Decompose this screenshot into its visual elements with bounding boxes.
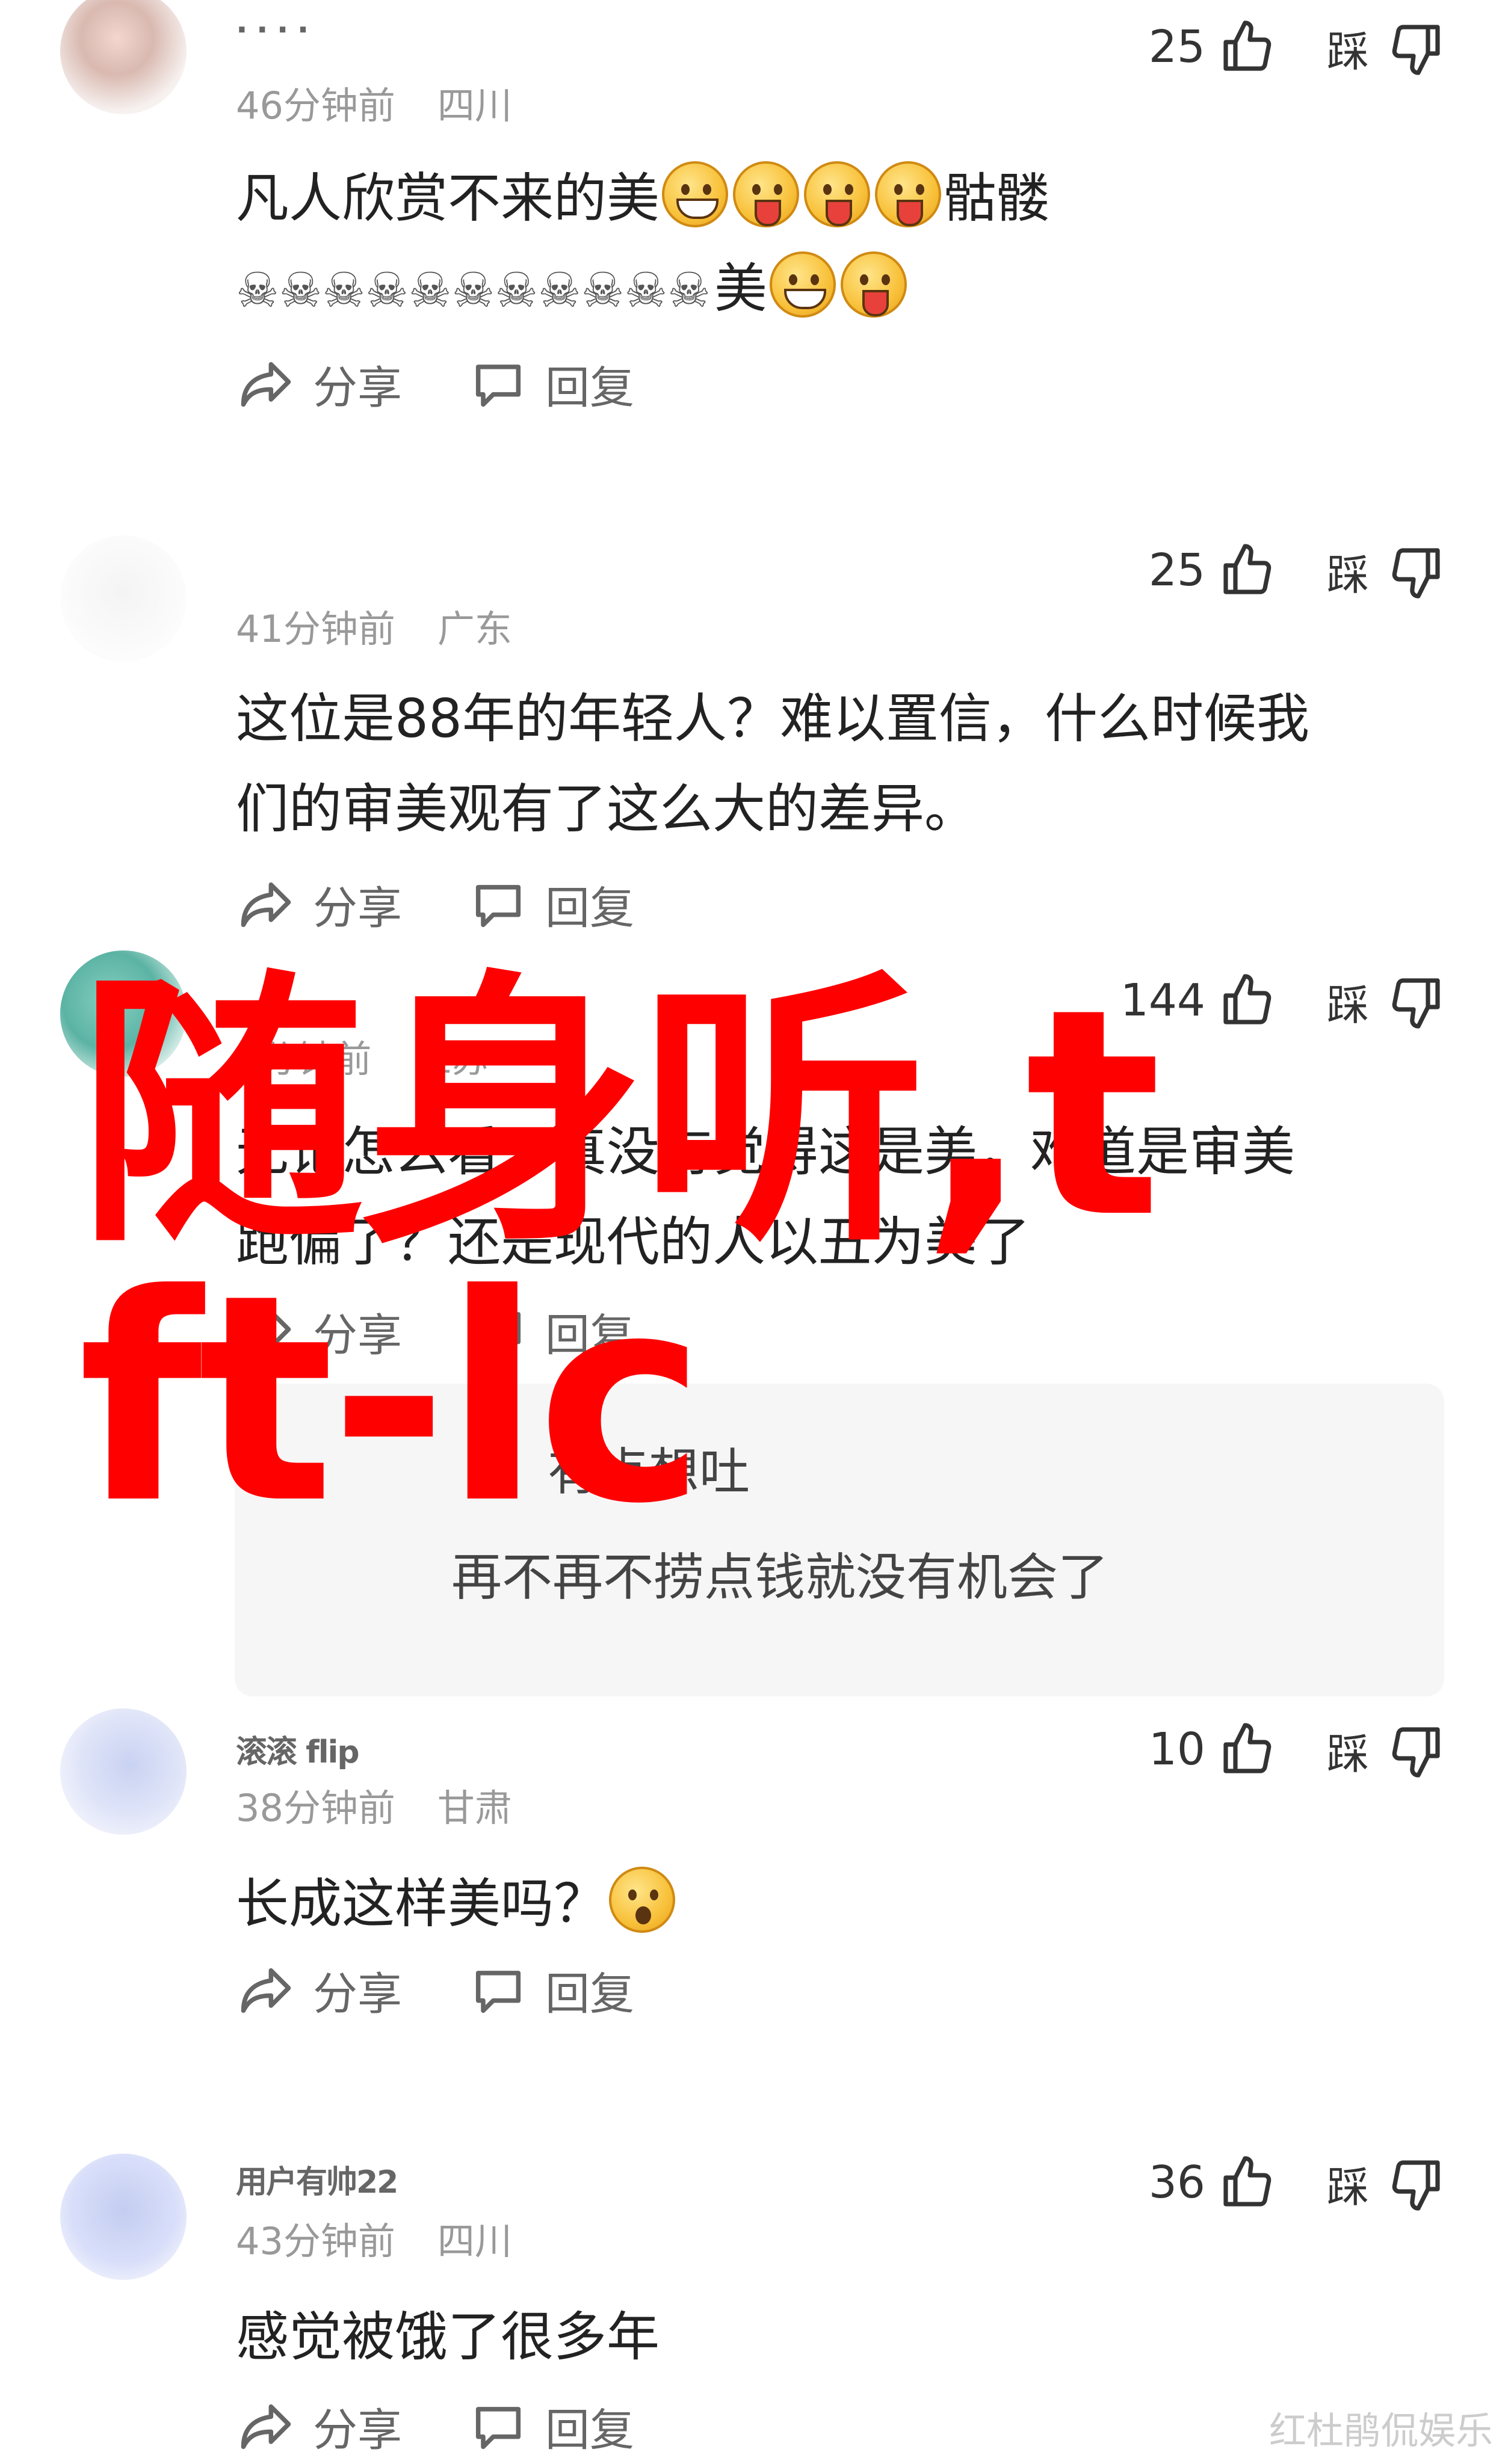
comment-text-line: 长成这样美吗？ [236, 1859, 1439, 1949]
like-button[interactable]: 10 [1149, 1720, 1276, 1778]
share-icon [241, 882, 291, 927]
share-icon [241, 362, 291, 407]
share-icon [241, 1968, 291, 2013]
comment-time: 43分钟前 [236, 2219, 395, 2263]
like-count: 10 [1148, 1723, 1205, 1775]
comment-text: 凡人欣赏不来的美 骷髅 ☠☠☠☠☠☠☠☠☠☠☠美 [236, 153, 1439, 336]
dislike-label: 踩 [1327, 981, 1369, 1030]
avatar[interactable] [60, 2154, 187, 2280]
comment-actions: 分享 回复 [236, 2394, 700, 2459]
skull-crossbones-emoji: ☠☠☠☠☠☠☠☠☠☠☠ [236, 262, 711, 318]
comment-time: 38分钟前 [236, 1786, 395, 1830]
thumbs-down-icon [1392, 2160, 1440, 2211]
avatar[interactable] [60, 1708, 187, 1835]
like-button[interactable]: 25 [1149, 18, 1276, 76]
comment-actions: 分享 回复 [236, 872, 700, 937]
thumbs-up-icon [1223, 2156, 1272, 2207]
dislike-label: 踩 [1327, 27, 1369, 76]
tongue-face-emoji [875, 161, 942, 227]
share-icon [241, 2404, 291, 2449]
avatar[interactable] [60, 0, 187, 114]
like-count: 25 [1148, 544, 1205, 596]
tongue-face-emoji [840, 251, 907, 318]
astonished-face-emoji [609, 1867, 676, 1933]
thumbs-up-icon [1223, 544, 1272, 594]
like-button[interactable]: 36 [1149, 2154, 1276, 2211]
tongue-face-emoji [804, 161, 871, 227]
dislike-button[interactable]: 踩 [1327, 18, 1445, 79]
comment-meta: 46分钟前 四川 [236, 75, 512, 129]
comment-bubble-icon [475, 2406, 521, 2449]
dislike-button[interactable]: 踩 [1327, 972, 1445, 1032]
comment-text: 感觉被饿了很多年 [236, 2292, 1439, 2382]
thumbs-down-icon [1392, 547, 1440, 599]
comment-bubble-icon [475, 884, 521, 927]
thumbs-up-icon [1223, 20, 1272, 71]
avatar[interactable] [60, 535, 187, 662]
dislike-label: 踩 [1327, 1729, 1369, 1779]
dislike-label: 踩 [1327, 2163, 1369, 2212]
thumbs-down-icon [1392, 1726, 1440, 1778]
reply-button[interactable]: 回复 [468, 352, 634, 416]
share-button[interactable]: 分享 [236, 2394, 402, 2459]
comment-text: 长成这样美吗？ [236, 1859, 1439, 1949]
dislike-button[interactable]: 踩 [1327, 1720, 1445, 1781]
comment-actions: 分享 回复 [236, 352, 700, 416]
grinning-face-emoji [662, 161, 729, 227]
reply-button[interactable]: 回复 [468, 2394, 634, 2459]
comment-region: 广东 [437, 607, 512, 651]
comment-meta: 41分钟前 广东 [236, 599, 512, 653]
comment-actions: 分享 回复 [236, 1958, 700, 2022]
comment-text: 这位是88年的年轻人？难以置信，什么时候我 们的审美观有了这么大的差异。 [236, 674, 1439, 854]
comment-bubble-icon [475, 1970, 521, 2013]
comment-time: 46分钟前 [236, 84, 395, 128]
share-button[interactable]: 分享 [236, 872, 402, 937]
share-button[interactable]: 分享 [236, 352, 402, 416]
source-credit: 红杜鹃侃娱乐 [1268, 2409, 1493, 2453]
overlay-watermark-line2: ft-lc [78, 1234, 706, 1566]
comment-text-line: ☠☠☠☠☠☠☠☠☠☠☠美 [236, 244, 1439, 336]
comment-region: 四川 [437, 2219, 512, 2263]
dislike-label: 踩 [1327, 550, 1369, 600]
tongue-face-emoji [733, 161, 800, 227]
grinning-face-emoji [769, 251, 836, 318]
comment-text-line: 这位是88年的年轻人？难以置信，什么时候我 [236, 688, 1309, 750]
comment-text-line: 凡人欣赏不来的美 骷髅 [236, 153, 1439, 244]
comment-meta: 38分钟前 甘肃 [236, 1778, 512, 1832]
reply-button[interactable]: 回复 [468, 872, 634, 937]
thumbs-up-icon [1223, 974, 1272, 1024]
share-button[interactable]: 分享 [236, 1958, 402, 2022]
like-count: 36 [1148, 2157, 1205, 2208]
comment-text-line: 感觉被饿了很多年 [236, 2306, 660, 2368]
dislike-button[interactable]: 踩 [1327, 541, 1445, 602]
comment-text-line: 们的审美观有了这么大的差异。 [236, 778, 978, 840]
comment-bubble-icon [475, 364, 521, 407]
thumbs-down-icon [1392, 24, 1440, 75]
dislike-button[interactable]: 踩 [1327, 2154, 1445, 2214]
like-button[interactable]: 25 [1149, 541, 1276, 599]
reply-button[interactable]: 回复 [468, 1958, 634, 2022]
comment-region: 甘肃 [437, 1786, 512, 1830]
username[interactable]: · · · · [236, 12, 309, 48]
username[interactable]: 滚滚 flip [236, 1726, 360, 1772]
thumbs-up-icon [1223, 1723, 1272, 1773]
comment-time: 41分钟前 [236, 607, 395, 651]
like-count: 25 [1148, 21, 1205, 73]
username[interactable]: 用户有帅22 [236, 2157, 398, 2202]
comment-region: 四川 [437, 84, 512, 128]
overlay-watermark-line1: 随身听,t [78, 948, 1162, 1281]
thumbs-down-icon [1392, 978, 1440, 1029]
comment-meta: 43分钟前 四川 [236, 2211, 512, 2265]
